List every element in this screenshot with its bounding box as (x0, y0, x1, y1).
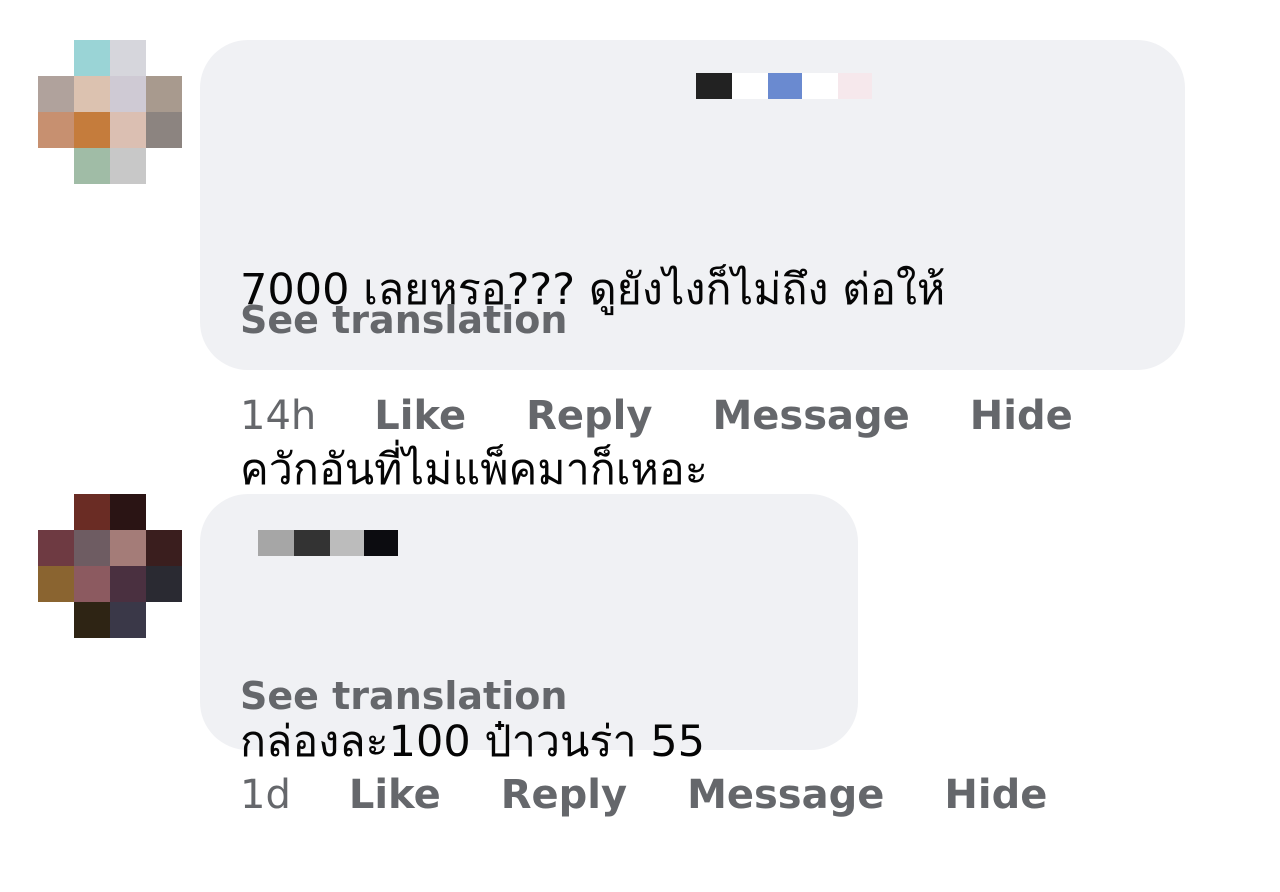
timestamp[interactable]: 1d (240, 772, 291, 818)
avatar-pixel (74, 494, 110, 530)
hide-button[interactable]: Hide (944, 772, 1047, 818)
avatar-pixel (146, 530, 182, 566)
reply-button[interactable]: Reply (501, 772, 627, 818)
avatar[interactable] (38, 40, 188, 190)
author-name[interactable] (696, 73, 872, 99)
like-button[interactable]: Like (374, 393, 466, 439)
avatar-pixel (110, 530, 146, 566)
avatar-pixel (74, 530, 110, 566)
avatar-pixel (146, 494, 182, 530)
avatar-pixel (74, 602, 110, 638)
avatar-pixel (110, 566, 146, 602)
avatar-pixel (38, 602, 74, 638)
avatar[interactable] (38, 494, 188, 644)
hide-button[interactable]: Hide (970, 393, 1073, 439)
avatar-pixel (74, 112, 110, 148)
avatar-pixel (110, 112, 146, 148)
avatar-pixel (74, 566, 110, 602)
see-translation-link[interactable]: See translation (240, 298, 567, 342)
name-redaction-block (258, 530, 294, 556)
name-redaction-block (364, 530, 398, 556)
name-redaction-block (696, 73, 732, 99)
avatar-pixel (38, 76, 74, 112)
message-button[interactable]: Message (687, 772, 884, 818)
avatar-pixel (38, 566, 74, 602)
avatar-pixel (38, 112, 74, 148)
avatar-pixel (110, 148, 146, 184)
name-redaction-block (838, 73, 872, 99)
reply-button[interactable]: Reply (526, 393, 652, 439)
see-translation-link[interactable]: See translation (240, 674, 567, 718)
comment-text-line: กล่องละ100 ป๋าวนร่า 55 (240, 717, 706, 767)
avatar-pixel (110, 494, 146, 530)
avatar-pixel (38, 530, 74, 566)
comment-bubble: 7000 เลยหรอ??? ดูยังไงก็ไม่ถึง ต่อให้ คว… (200, 40, 1185, 495)
avatar-pixel (146, 566, 182, 602)
name-redaction-block (732, 73, 768, 99)
avatar-pixel (110, 602, 146, 638)
author-name[interactable] (258, 530, 398, 556)
avatar-pixel (74, 148, 110, 184)
avatar-pixel (38, 148, 74, 184)
avatar-pixel (146, 76, 182, 112)
name-redaction-block (768, 73, 802, 99)
comment-text-line: ควักอันที่ไม่แพ็คมาก็เหอะ (240, 445, 708, 495)
avatar-pixel (110, 40, 146, 76)
avatar-pixel (38, 494, 74, 530)
message-button[interactable]: Message (712, 393, 909, 439)
comment-actions: 14h Like Reply Message Hide (240, 393, 1073, 439)
avatar-pixel (146, 40, 182, 76)
comment-bubble: กล่องละ100 ป๋าวนร่า 55 See translation (200, 494, 858, 767)
avatar-pixel (110, 76, 146, 112)
comment-actions: 1d Like Reply Message Hide (240, 772, 1047, 818)
avatar-pixel (38, 40, 74, 76)
comment-text: กล่องละ100 ป๋าวนร่า 55 (240, 592, 705, 892)
avatar-pixel (74, 40, 110, 76)
name-redaction-block (330, 530, 364, 556)
avatar-pixel (146, 602, 182, 638)
like-button[interactable]: Like (349, 772, 441, 818)
name-redaction-block (802, 73, 838, 99)
avatar-pixel (146, 148, 182, 184)
avatar-pixel (146, 112, 182, 148)
name-redaction-block (294, 530, 330, 556)
timestamp[interactable]: 14h (240, 393, 316, 439)
avatar-pixel (74, 76, 110, 112)
